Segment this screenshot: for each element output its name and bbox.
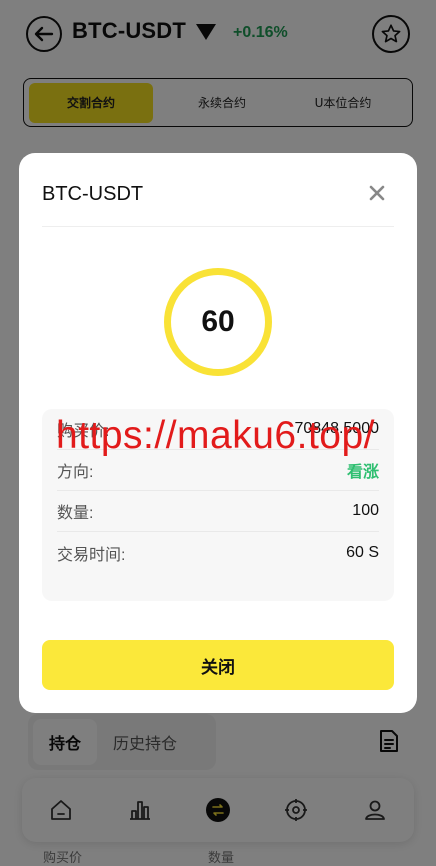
direction-value: 看涨 xyxy=(346,464,379,481)
order-info: 购买价: 70848.5000 方向: 看涨 数量: 100 交易时间: 60 … xyxy=(42,409,394,601)
info-label: 数量: xyxy=(57,505,94,522)
info-row-direction: 方向: 看涨 xyxy=(57,450,379,491)
divider xyxy=(42,226,394,227)
info-row-quantity: 数量: 100 xyxy=(57,491,379,532)
info-value: 100 xyxy=(352,502,379,519)
close-icon xyxy=(369,185,385,201)
info-value: 70848.5000 xyxy=(294,420,379,437)
info-row-trade-time: 交易时间: 60 S xyxy=(57,532,379,573)
order-modal: BTC-USDT 60 购买价: 70848.5000 方向: 看涨 数量: 1… xyxy=(19,153,417,713)
countdown-value: 60 xyxy=(201,305,235,338)
info-label: 交易时间: xyxy=(57,546,126,564)
modal-close-button[interactable] xyxy=(365,181,389,205)
info-row-buy-price: 购买价: 70848.5000 xyxy=(57,409,379,450)
close-button[interactable]: 关闭 xyxy=(42,640,394,690)
info-label: 购买价: xyxy=(57,423,110,440)
info-value: 60 S xyxy=(346,543,379,561)
modal-title: BTC-USDT xyxy=(42,183,144,205)
countdown-ring: 60 xyxy=(164,268,272,376)
info-label: 方向: xyxy=(57,464,94,481)
